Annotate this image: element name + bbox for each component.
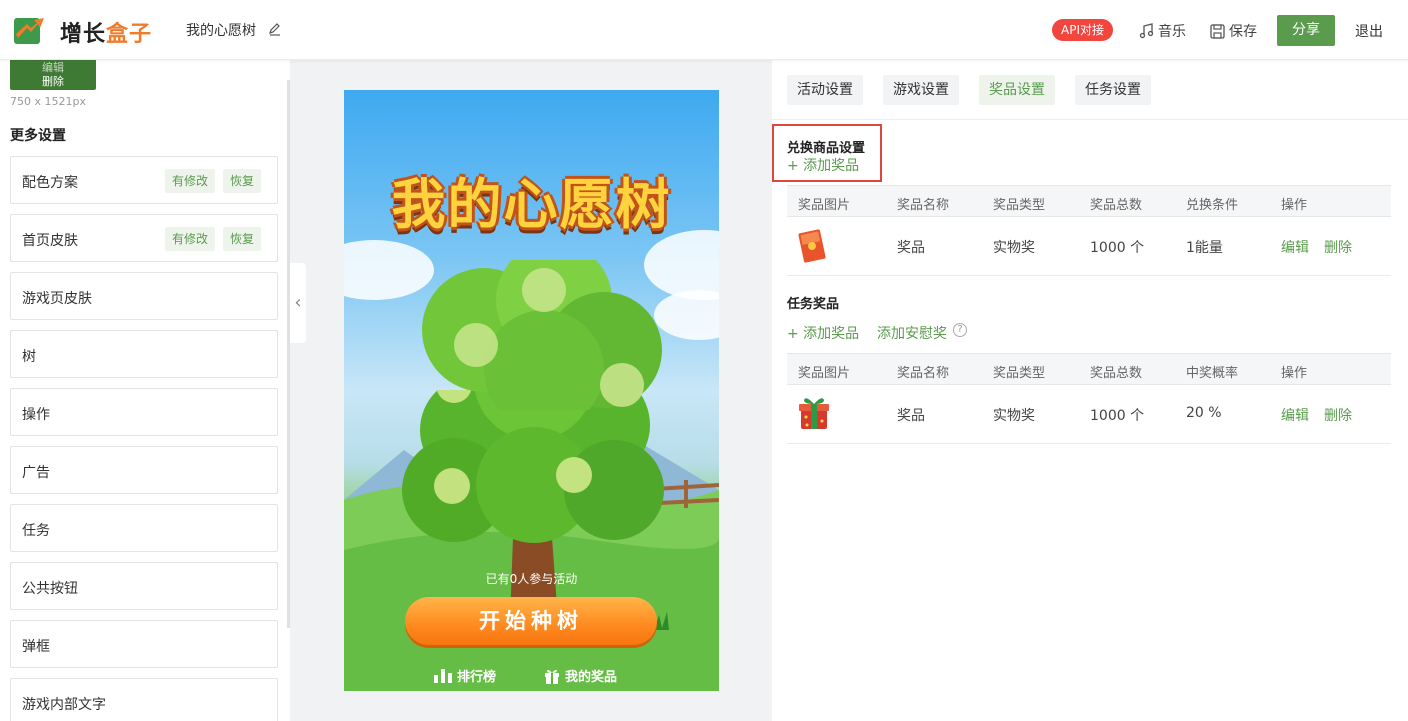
- help-icon[interactable]: ?: [953, 323, 967, 337]
- edit-button[interactable]: 编辑: [1281, 237, 1309, 257]
- bar-chart-icon: [434, 668, 452, 683]
- modified-tag: 有修改: [165, 169, 216, 193]
- participants-text: 已有0人参与活动: [485, 572, 578, 586]
- modified-tag: 有修改: [165, 227, 216, 251]
- ranking-label: 排行榜: [457, 670, 497, 685]
- column-header: 奖品总数: [1090, 366, 1143, 381]
- ranking-nav[interactable]: 排行榜: [434, 666, 496, 685]
- more-settings-heading: 更多设置: [10, 128, 66, 144]
- column-header: 奖品图片: [798, 198, 851, 213]
- music-icon: [1139, 23, 1154, 39]
- my-prizes-nav[interactable]: 我的奖品: [544, 666, 617, 685]
- table-header: 奖品图片 奖品名称 奖品类型 奖品总数 中奖概率 操作: [787, 353, 1391, 385]
- phone-preview[interactable]: 我的心愿树 已有0人参与活动 开始种树 排行榜 我的奖品: [344, 90, 719, 691]
- task-section-title: 任务奖品: [787, 297, 840, 312]
- table-header: 奖品图片 奖品名称 奖品类型 奖品总数 兑换条件 操作: [787, 185, 1391, 217]
- setting-label: 操作: [22, 407, 50, 423]
- exchange-condition: 1能量: [1186, 240, 1223, 256]
- music-button[interactable]: 音乐: [1138, 21, 1186, 41]
- save-icon: [1210, 23, 1225, 39]
- brand-name[interactable]: 增长盒子: [60, 16, 152, 48]
- column-header: 奖品名称: [897, 198, 950, 213]
- tree-canopy-illustration: [422, 260, 662, 410]
- setting-label: 公共按钮: [22, 581, 78, 597]
- setting-color-scheme[interactable]: 配色方案 有修改 恢复: [10, 156, 278, 204]
- right-panel: 活动设置 游戏设置 奖品设置 任务设置 兑换商品设置 + 添加奖品 奖品图片 奖…: [772, 60, 1408, 721]
- collapse-sidebar-icon[interactable]: ‹: [290, 263, 306, 343]
- column-header: 中奖概率: [1186, 366, 1239, 381]
- column-header: 奖品名称: [897, 366, 950, 381]
- table-row: 奖品 实物奖 1000 个 20 % 编辑 删除: [787, 385, 1391, 444]
- game-title: 我的心愿树: [391, 173, 672, 236]
- logo-icon: [14, 18, 44, 44]
- left-sidebar: 编辑 删除 750 x 1521px 更多设置 配色方案 有修改 恢复 首页皮肤…: [0, 60, 288, 721]
- tab-task-settings[interactable]: 任务设置: [1075, 75, 1151, 105]
- edit-title-icon[interactable]: [268, 22, 282, 36]
- start-planting-button[interactable]: 开始种树: [405, 597, 657, 645]
- tab-game-settings[interactable]: 游戏设置: [883, 75, 959, 105]
- setting-game-text[interactable]: 游戏内部文字: [10, 678, 278, 721]
- exchange-section-title: 兑换商品设置: [787, 141, 866, 156]
- column-header: 奖品图片: [798, 366, 851, 381]
- restore-button[interactable]: 恢复: [223, 169, 262, 193]
- setting-label: 游戏页皮肤: [22, 291, 92, 307]
- add-exchange-prize-button[interactable]: + 添加奖品: [787, 155, 859, 175]
- tab-prize-settings[interactable]: 奖品设置: [979, 75, 1055, 105]
- column-header: 奖品类型: [993, 198, 1046, 213]
- setting-label: 游戏内部文字: [22, 697, 106, 713]
- column-header: 操作: [1281, 366, 1308, 381]
- gift-box-prize-icon: [799, 398, 829, 429]
- setting-label: 配色方案: [22, 175, 78, 191]
- delete-button[interactable]: 删除: [1324, 237, 1352, 257]
- page-title: 我的心愿树: [186, 23, 256, 39]
- prize-total: 1000 个: [1090, 408, 1145, 424]
- save-button[interactable]: 保存: [1210, 21, 1257, 41]
- thumb-edit-link[interactable]: 编辑: [10, 61, 96, 75]
- save-label: 保存: [1229, 24, 1257, 40]
- edit-button[interactable]: 编辑: [1281, 405, 1309, 425]
- setting-ads[interactable]: 广告: [10, 446, 278, 494]
- landscape-illustration: [344, 390, 719, 691]
- add-task-prize-button[interactable]: + 添加奖品: [787, 323, 859, 343]
- column-header: 兑换条件: [1186, 198, 1239, 213]
- prize-type: 实物奖: [993, 408, 1035, 424]
- setting-popups[interactable]: 弹框: [10, 620, 278, 668]
- setting-tree[interactable]: 树: [10, 330, 278, 378]
- column-header: 奖品总数: [1090, 198, 1143, 213]
- thumb-delete-link[interactable]: 删除: [10, 75, 96, 89]
- win-probability: 20 %: [1186, 405, 1222, 421]
- setting-label: 广告: [22, 465, 50, 481]
- exit-button[interactable]: 退出: [1355, 21, 1383, 41]
- share-button[interactable]: 分享: [1277, 15, 1335, 46]
- red-envelope-prize-icon: [798, 229, 826, 263]
- setting-game-skin[interactable]: 游戏页皮肤: [10, 272, 278, 320]
- column-header: 操作: [1281, 198, 1308, 213]
- prize-type: 实物奖: [993, 240, 1035, 256]
- column-header: 奖品类型: [993, 366, 1046, 381]
- prize-name: 奖品: [897, 408, 925, 424]
- setting-tasks[interactable]: 任务: [10, 504, 278, 552]
- tabs-divider: [772, 119, 1408, 120]
- prize-total: 1000 个: [1090, 240, 1145, 256]
- setting-label: 首页皮肤: [22, 233, 78, 249]
- image-dimensions: 750 x 1521px: [10, 95, 86, 108]
- setting-label: 任务: [22, 523, 50, 539]
- add-consolation-prize-button[interactable]: 添加安慰奖: [877, 323, 947, 343]
- prize-name: 奖品: [897, 240, 925, 256]
- gift-icon: [545, 669, 559, 684]
- my-prizes-label: 我的奖品: [565, 670, 618, 685]
- setting-label: 树: [22, 349, 36, 365]
- setting-label: 弹框: [22, 639, 50, 655]
- table-row: 奖品 实物奖 1000 个 1能量 编辑 删除: [787, 217, 1391, 276]
- setting-home-skin[interactable]: 首页皮肤 有修改 恢复: [10, 214, 278, 262]
- skin-thumbnail[interactable]: 编辑 删除: [10, 60, 96, 90]
- top-header: 增长盒子 我的心愿树 API对接 音乐 保存 分享 退出: [0, 0, 1408, 60]
- delete-button[interactable]: 删除: [1324, 405, 1352, 425]
- setting-common-buttons[interactable]: 公共按钮: [10, 562, 278, 610]
- api-badge[interactable]: API对接: [1052, 19, 1113, 41]
- music-label: 音乐: [1158, 24, 1186, 40]
- restore-button[interactable]: 恢复: [223, 227, 262, 251]
- setting-operation[interactable]: 操作: [10, 388, 278, 436]
- tab-activity-settings[interactable]: 活动设置: [787, 75, 863, 105]
